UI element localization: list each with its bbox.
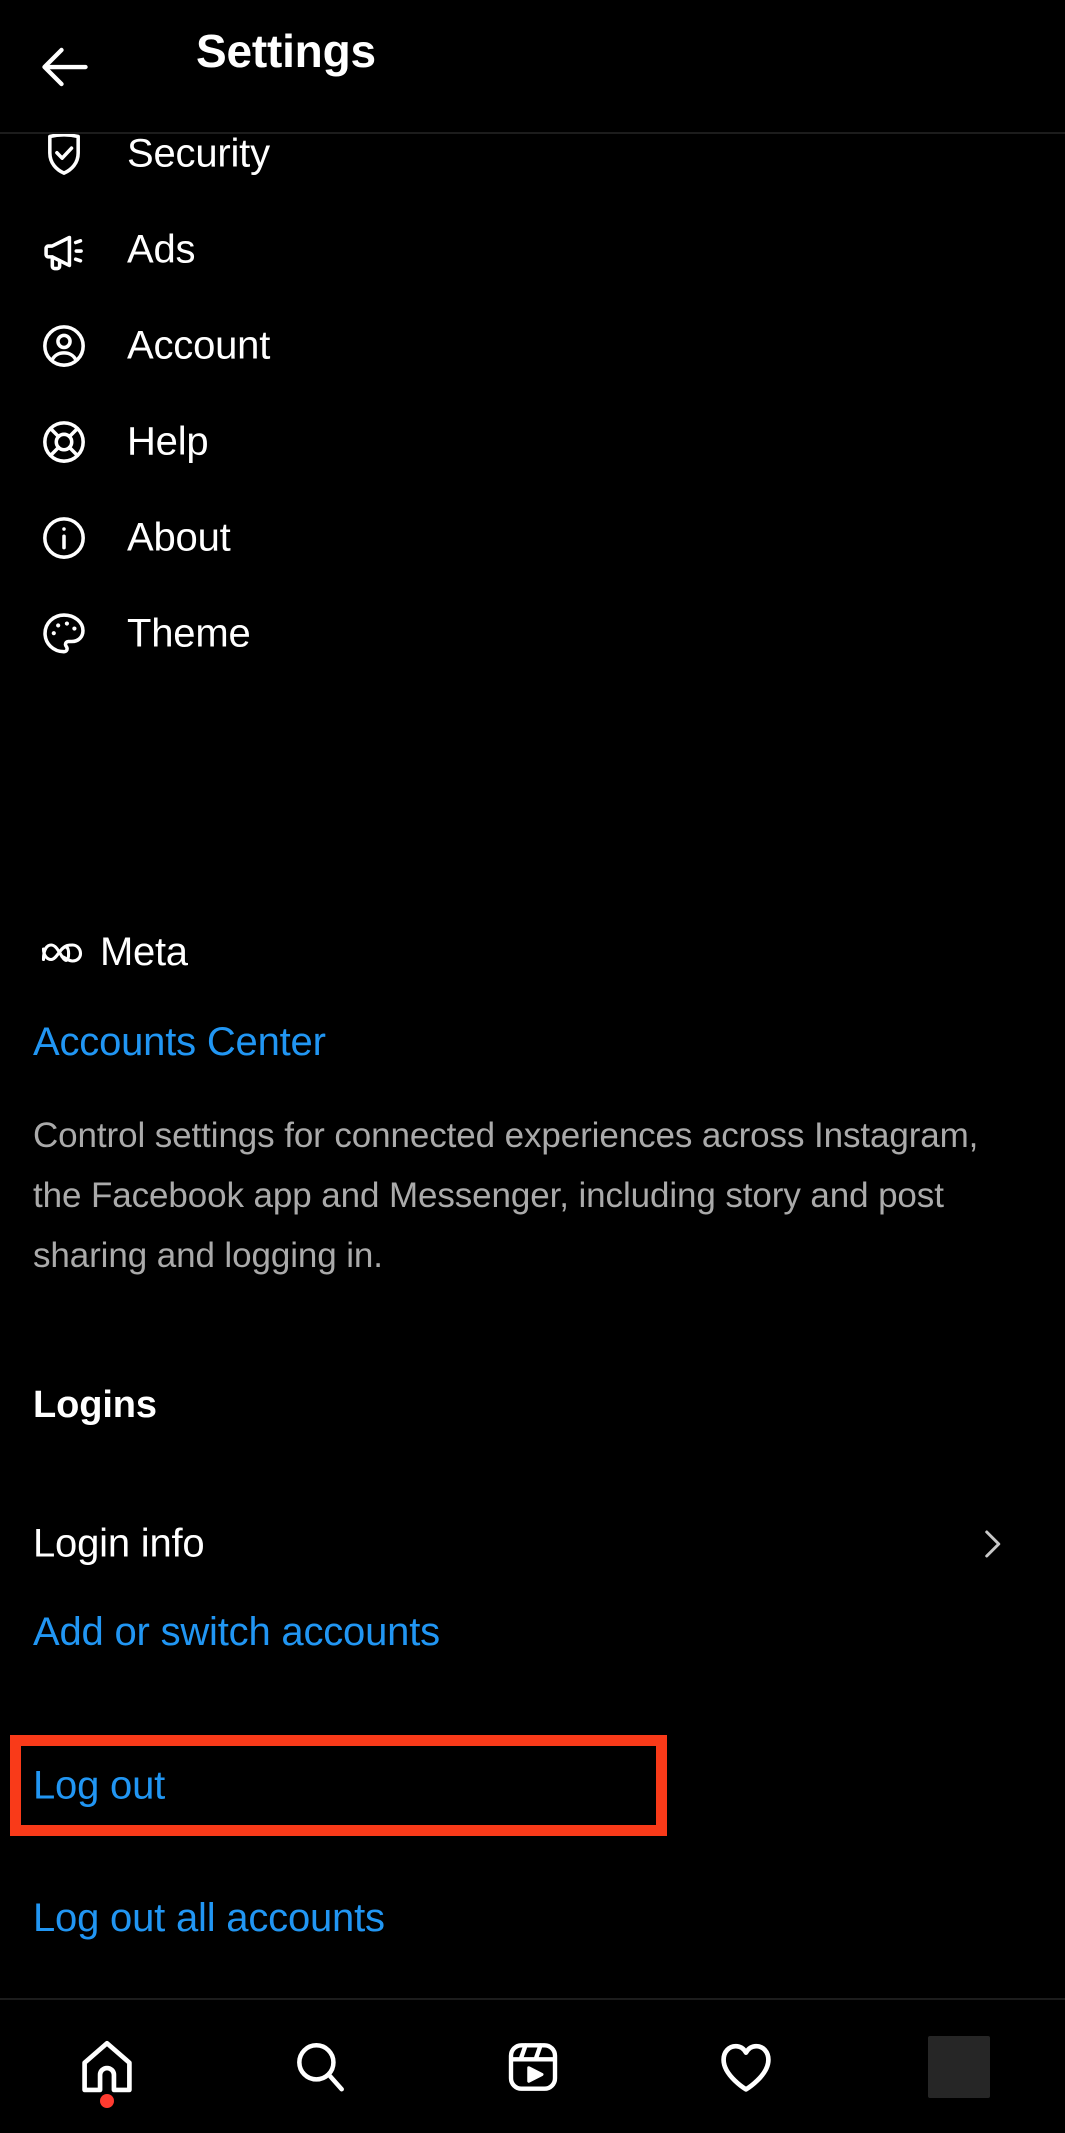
menu-item-theme[interactable]: Theme	[0, 586, 1065, 682]
nav-item-reels[interactable]	[426, 1999, 639, 2133]
shield-check-icon	[36, 126, 92, 182]
heart-icon	[714, 2035, 778, 2099]
menu-item-account[interactable]: Account	[0, 298, 1065, 394]
arrow-left-icon[interactable]	[33, 37, 97, 97]
meta-brand: Meta	[38, 930, 188, 975]
instagram-settings-screen: Security Ads Account Help About Theme Me…	[0, 0, 1065, 2133]
login-info-row[interactable]: Login info	[0, 1494, 1065, 1594]
meta-wordmark: Meta	[100, 930, 188, 974]
login-info-label: Login info	[33, 1521, 205, 1566]
menu-item-label: Help	[127, 419, 209, 464]
logout-all-accounts-link[interactable]: Log out all accounts	[33, 1896, 385, 1941]
info-circle-icon	[36, 510, 92, 566]
logout-label: Log out	[33, 1763, 166, 1807]
megaphone-icon	[36, 222, 92, 278]
menu-item-ads[interactable]: Ads	[0, 202, 1065, 298]
lifebuoy-icon	[36, 414, 92, 470]
palette-icon	[36, 606, 92, 662]
page-title: Settings	[196, 25, 376, 77]
menu-item-help[interactable]: Help	[0, 394, 1065, 490]
meta-infinity-logo	[38, 937, 86, 969]
reels-icon	[503, 2037, 563, 2097]
nav-item-search[interactable]	[213, 1999, 426, 2133]
meta-description: Control settings for connected experienc…	[33, 1116, 979, 1275]
nav-item-home[interactable]	[0, 1999, 213, 2133]
accounts-center-link[interactable]: Accounts Center	[33, 1020, 326, 1065]
add-or-switch-accounts-link[interactable]: Add or switch accounts	[33, 1610, 440, 1655]
account-circle-icon	[36, 318, 92, 374]
app-header: Settings	[0, 0, 1065, 134]
menu-item-about[interactable]: About	[0, 490, 1065, 586]
logins-section-title: Logins	[33, 1384, 157, 1426]
search-icon	[289, 2036, 351, 2098]
menu-item-label: Account	[127, 323, 271, 368]
chevron-right-icon	[974, 1521, 1010, 1567]
bottom-navigation-bar	[0, 1998, 1065, 2133]
logout-row[interactable]: Log out	[0, 1735, 1065, 1836]
nav-item-activity[interactable]	[639, 1999, 852, 2133]
nav-item-profile[interactable]	[852, 1999, 1065, 2133]
home-notification-badge	[99, 2094, 114, 2108]
menu-item-label: Ads	[127, 227, 196, 272]
menu-item-label: About	[127, 515, 231, 560]
profile-avatar-icon	[927, 2035, 990, 2098]
menu-item-label: Security	[127, 131, 270, 176]
menu-item-label: Theme	[127, 611, 251, 656]
home-icon	[75, 2035, 139, 2099]
settings-scroll-content: Security Ads Account Help About Theme Me…	[0, 0, 1065, 1955]
